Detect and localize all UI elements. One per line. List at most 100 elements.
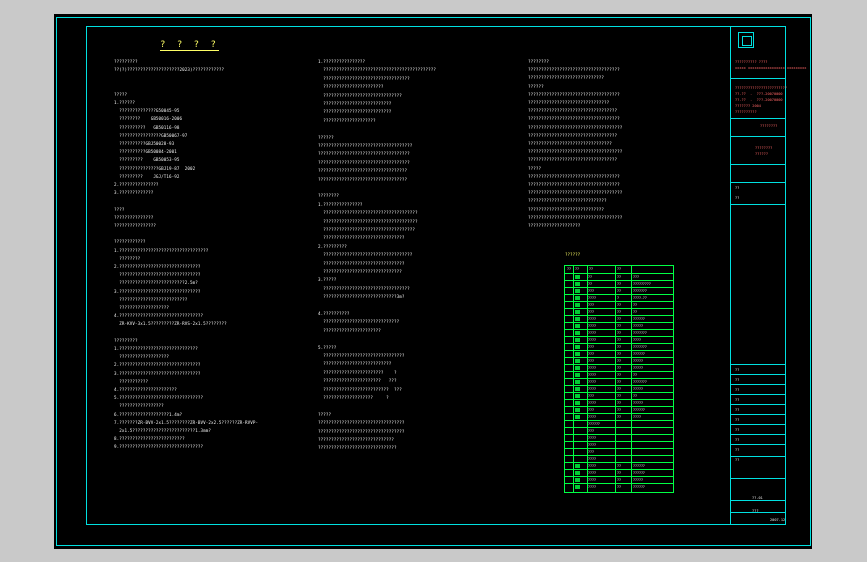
table-cell: ??????? xyxy=(633,288,647,293)
title-block-row: ?? xyxy=(735,438,740,442)
table-cell: ?? xyxy=(617,316,621,321)
table-cell: ??? xyxy=(588,358,594,363)
table-cell: ???? xyxy=(588,442,596,447)
title-block-divider xyxy=(731,456,786,457)
note-line: 3.????? xyxy=(318,277,337,283)
legend-symbol-icon xyxy=(575,372,580,377)
drawing-subtitle: ?????? xyxy=(755,152,768,156)
table-cell: ?? xyxy=(617,281,621,286)
table-cell: ???? xyxy=(588,414,596,419)
title-block-divider xyxy=(731,136,786,137)
table-cell: ??? xyxy=(588,393,594,398)
title-block-divider xyxy=(731,164,786,165)
note-line: ??????????????????????????????????? xyxy=(528,116,620,122)
legend-symbol-icon xyxy=(575,365,580,370)
table-cell: ?? xyxy=(617,358,621,363)
table-cell: ????? xyxy=(633,386,643,391)
note-line: ?????? xyxy=(318,134,334,140)
table-cell: ??? xyxy=(588,302,594,307)
note-line: ??????????????????????????????? xyxy=(318,260,405,266)
note-line: ??????????????????????????????????? xyxy=(528,182,620,187)
title-block-divider xyxy=(731,434,786,435)
note-line: ?????????????????????? ??? xyxy=(318,378,397,384)
title-block-divider xyxy=(731,424,786,425)
sheet-number: ??-01 xyxy=(752,496,763,500)
table-cell: ???? xyxy=(588,337,596,342)
legend-symbol-icon xyxy=(575,379,580,384)
table-cell: ??? xyxy=(588,449,594,454)
table-cell: ?? xyxy=(617,351,621,356)
note-line: 4.???????????????????????????????? xyxy=(114,313,204,319)
note-line: ?????????????????????? xyxy=(318,327,381,333)
note-line: ?????????????????????????????? xyxy=(528,198,607,204)
title-block-row: ?? xyxy=(735,388,740,392)
certificate-line: ?????????? xyxy=(735,110,757,114)
legend-symbol-icon xyxy=(575,330,580,335)
table-cell: ????????? xyxy=(633,281,651,286)
table-cell: ????? xyxy=(633,477,643,482)
note-line: 2.??????????????? xyxy=(114,182,159,187)
title-block-row: ?? xyxy=(735,368,740,372)
table-cell: ???? xyxy=(588,484,596,489)
note-line: ??(?)????????????????????2023)??????????… xyxy=(114,67,225,73)
legend-symbol-icon xyxy=(575,400,580,405)
certificate-line: ??-?? - ???-20070000 xyxy=(735,98,783,102)
table-cell: ??? xyxy=(633,274,639,279)
table-row xyxy=(565,294,673,295)
title-block-divider xyxy=(731,500,786,501)
table-header-cell: ?? xyxy=(575,267,579,271)
note-line: ?????????????????????????? xyxy=(114,296,188,302)
note-line: ??????????????????????????????? xyxy=(318,235,405,241)
table-col-line xyxy=(573,266,574,492)
table-cell: ?? xyxy=(617,463,621,468)
note-line: ???? xyxy=(114,206,125,212)
note-line: 4.?????????? xyxy=(318,311,350,316)
table-col-line xyxy=(631,266,632,492)
table-header-cell: ?? xyxy=(589,267,593,271)
note-line: ??????????????????????????????? xyxy=(114,272,201,278)
note-line: ?????????????????????????? xyxy=(318,109,392,115)
note-line: ??????????????????????????????????? xyxy=(318,159,410,165)
note-line: 3.????????????? xyxy=(114,190,154,196)
table-cell: ???? xyxy=(588,386,596,391)
note-line: ?????????? GB50116-98 xyxy=(114,124,180,130)
note-line: ???????????????????? xyxy=(318,117,376,123)
table-header-cell: ?? xyxy=(617,267,621,271)
table-cell: ?????? xyxy=(633,463,645,468)
drawing-title: ? ? ? ? xyxy=(160,40,219,51)
legend-symbol-icon xyxy=(575,274,580,279)
company-name-en: xxxxx xxxxxxxxxxxxxxxxx xxxxxxxxx xyxy=(735,66,807,70)
title-block-divider xyxy=(731,444,786,445)
note-line: ??????????????????????????????????? xyxy=(318,227,415,232)
project-name: ???????? xyxy=(760,124,778,128)
legend-symbol-icon xyxy=(575,470,580,475)
note-line: ????? xyxy=(114,91,128,97)
title-block-row: ?? xyxy=(735,408,740,412)
note-line: ??????????????????????? xyxy=(318,84,384,90)
note-line: ????????????????????????????????? xyxy=(318,285,410,291)
note-line: ??????????????????????????????? xyxy=(528,100,610,105)
legend-symbol-icon xyxy=(575,302,580,307)
table-cell: ???? xyxy=(588,463,596,468)
legend-symbol-icon xyxy=(575,393,580,398)
note-line: ????????????????GB50067-97 xyxy=(114,132,188,138)
note-line: ????????????????????????? ??? xyxy=(318,386,402,392)
table-cell: ?? xyxy=(617,470,621,475)
title-block-row: ?? xyxy=(735,196,740,200)
legend-symbol-icon xyxy=(575,386,580,391)
note-line: 9.???????????????????????????????? xyxy=(114,444,204,450)
note-line: ?????????????????????????????? xyxy=(318,92,402,98)
table-cell: ???? xyxy=(588,372,596,377)
table-cell: ???? xyxy=(588,470,596,475)
table-cell: ??? xyxy=(588,309,594,314)
note-line: ???????????????????????????????????? xyxy=(528,124,623,130)
table-cell: ?????? xyxy=(588,421,600,426)
table-cell: ?? xyxy=(617,274,621,279)
note-line: 1.???????????????? xyxy=(318,59,366,64)
table-cell: ?? xyxy=(617,414,621,419)
table-cell: ?????? xyxy=(633,470,645,475)
table-cell: ????? xyxy=(633,323,643,328)
title-block-divider xyxy=(731,364,786,365)
note-line: ?????????????????????????????????? xyxy=(528,132,618,138)
note-line: ???????????????????????????????????? xyxy=(318,218,418,224)
